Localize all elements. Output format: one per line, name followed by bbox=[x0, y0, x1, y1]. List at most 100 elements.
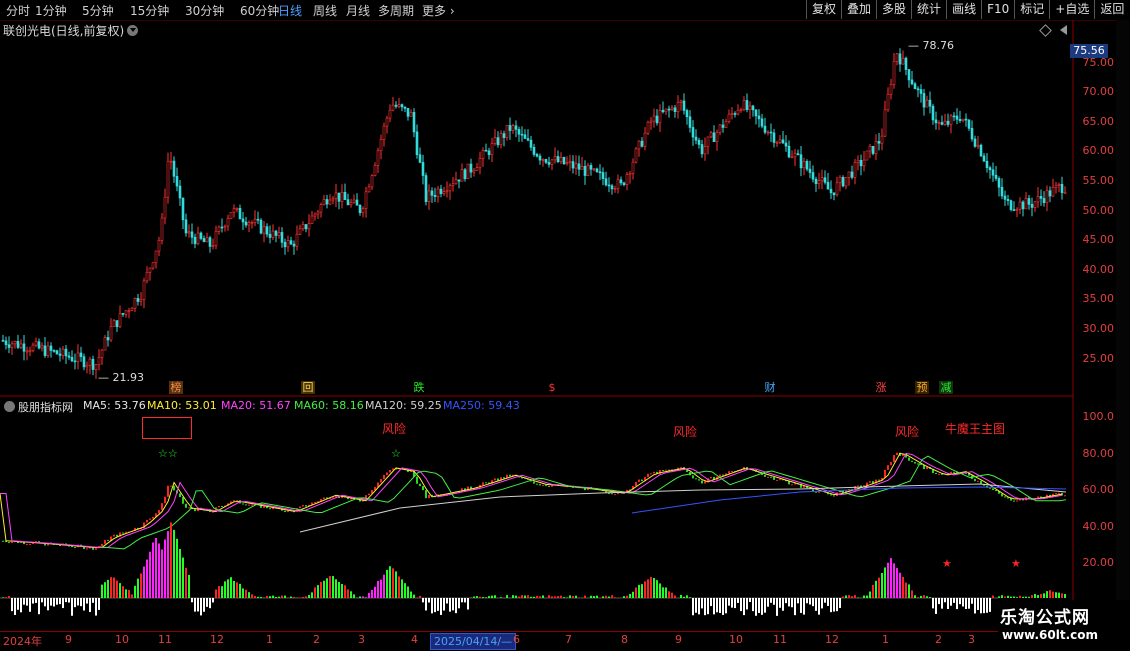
candle-body bbox=[932, 106, 934, 120]
candle-body bbox=[374, 165, 376, 175]
candle-body bbox=[137, 298, 139, 301]
candle-body bbox=[971, 128, 973, 139]
candle-body bbox=[1028, 198, 1030, 204]
candle-body bbox=[1010, 201, 1012, 210]
histogram-bar bbox=[101, 585, 103, 598]
histogram-bar bbox=[11, 598, 13, 611]
candle-body bbox=[410, 112, 412, 116]
histogram-bar bbox=[371, 590, 373, 598]
histogram-bar bbox=[152, 542, 154, 598]
candle-body bbox=[188, 232, 190, 233]
histogram-bar bbox=[923, 595, 925, 598]
event-mark[interactable]: 减 bbox=[939, 381, 953, 394]
histogram-bar bbox=[914, 595, 916, 598]
indicator-candle bbox=[422, 486, 424, 490]
histogram-bar bbox=[365, 597, 367, 598]
candle-body bbox=[98, 357, 100, 364]
candle-body bbox=[26, 351, 28, 352]
candle-body bbox=[989, 168, 991, 170]
candle-body bbox=[104, 337, 106, 350]
indicator-candle bbox=[974, 479, 976, 481]
candle-body bbox=[110, 326, 112, 340]
candle-body bbox=[617, 180, 619, 189]
candle-body bbox=[53, 350, 55, 351]
candle-body bbox=[704, 146, 706, 153]
event-mark[interactable]: 跌 bbox=[412, 381, 426, 394]
histogram-bar bbox=[431, 598, 433, 613]
histogram-bar bbox=[230, 577, 232, 598]
indicator-candle bbox=[911, 461, 913, 462]
histogram-bar bbox=[89, 598, 91, 612]
histogram-bar bbox=[56, 598, 58, 605]
indicator-candle bbox=[242, 503, 244, 504]
candle-body bbox=[521, 134, 523, 135]
histogram-bar bbox=[707, 598, 709, 614]
event-mark[interactable]: 预 bbox=[915, 381, 929, 394]
star-icon: ☆ bbox=[391, 447, 401, 460]
candle-body bbox=[338, 193, 340, 201]
candle-body bbox=[872, 146, 874, 153]
candle-body bbox=[152, 263, 154, 268]
histogram-bar bbox=[26, 598, 28, 606]
candle-body bbox=[401, 105, 403, 107]
candle-body bbox=[698, 140, 700, 144]
event-mark[interactable]: 财 bbox=[763, 381, 777, 394]
price-tick: 45.00 bbox=[1074, 233, 1114, 246]
histogram-bar bbox=[884, 567, 886, 598]
event-mark[interactable]: 涨 bbox=[874, 381, 888, 394]
histogram-bar bbox=[1010, 597, 1012, 598]
histogram-bar bbox=[863, 596, 865, 598]
candle-body bbox=[92, 359, 94, 369]
candle-body bbox=[605, 179, 607, 185]
indicator-candle bbox=[650, 473, 652, 474]
histogram-bar bbox=[329, 576, 331, 598]
candle-body bbox=[131, 308, 133, 310]
histogram-bar bbox=[728, 598, 730, 606]
candle-body bbox=[449, 186, 451, 191]
histogram-bar bbox=[236, 582, 238, 598]
indicator-candle bbox=[194, 509, 196, 511]
indicator-candle bbox=[908, 458, 910, 461]
event-mark[interactable]: $ bbox=[545, 381, 559, 394]
candle-body bbox=[833, 193, 835, 195]
candle-body bbox=[815, 179, 817, 184]
candle-body bbox=[572, 162, 574, 169]
candle-body bbox=[332, 199, 334, 200]
event-mark[interactable]: 榜 bbox=[169, 381, 183, 394]
histogram-bar bbox=[38, 598, 40, 614]
candle-body bbox=[293, 244, 295, 246]
histogram-bar bbox=[215, 590, 217, 598]
price-chart[interactable] bbox=[0, 0, 1130, 650]
indicator-candle bbox=[428, 495, 430, 498]
histogram-bar bbox=[965, 598, 967, 609]
candle-body bbox=[398, 105, 400, 107]
candle-body bbox=[680, 101, 682, 103]
histogram-bar bbox=[557, 596, 559, 598]
candle-body bbox=[695, 137, 697, 140]
histogram-bar bbox=[86, 598, 88, 604]
indicator-candle bbox=[989, 488, 991, 489]
histogram-bar bbox=[482, 597, 484, 598]
indicator-name[interactable]: 股朋指标网 bbox=[18, 399, 73, 415]
indicator-candle bbox=[776, 480, 778, 481]
indicator-candle bbox=[161, 503, 163, 510]
candle-body bbox=[224, 226, 226, 227]
candle-body bbox=[1034, 202, 1036, 208]
histogram-bar bbox=[242, 588, 244, 598]
histogram-bar bbox=[953, 598, 955, 603]
selected-date[interactable]: 2025/04/14/— bbox=[430, 633, 516, 650]
indicator-candle bbox=[638, 480, 640, 482]
candle-body bbox=[767, 132, 769, 133]
histogram-bar bbox=[986, 598, 988, 613]
histogram-bar bbox=[917, 597, 919, 598]
indicator-candle bbox=[425, 490, 427, 498]
indicator-candle bbox=[284, 511, 286, 512]
price-tick: 50.00 bbox=[1074, 204, 1114, 217]
candle-body bbox=[383, 126, 385, 139]
histogram-bar bbox=[128, 590, 130, 598]
candle-body bbox=[725, 121, 727, 127]
indicator-toggle-icon[interactable] bbox=[4, 401, 15, 412]
candle-body bbox=[647, 122, 649, 133]
indicator-candle bbox=[236, 500, 238, 501]
event-mark[interactable]: 回 bbox=[301, 381, 315, 394]
